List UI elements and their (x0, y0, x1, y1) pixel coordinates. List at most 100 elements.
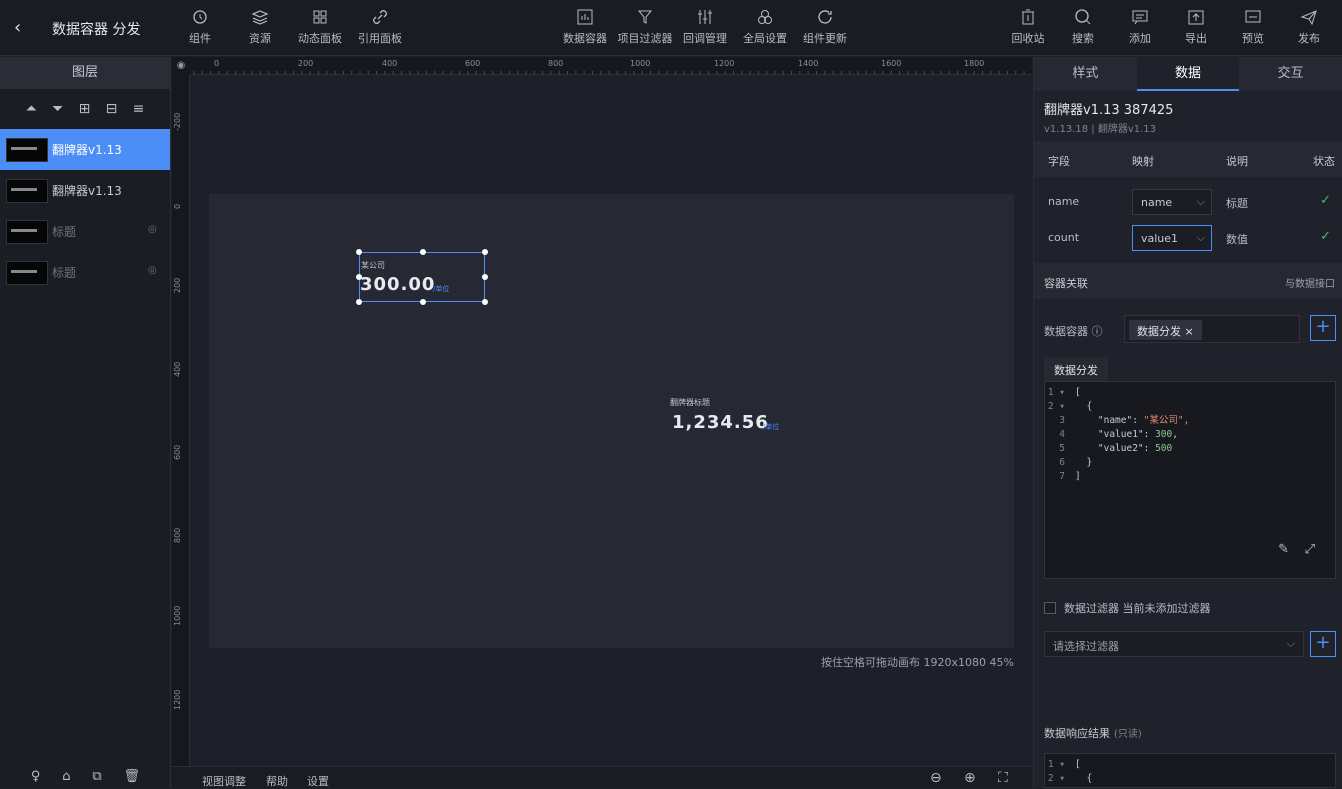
add-filter-button[interactable]: + (1310, 631, 1336, 657)
toolbar-component-button[interactable]: 组件 (170, 8, 230, 46)
search-icon (1074, 8, 1092, 26)
eye-hidden-icon[interactable]: ◎ (148, 224, 162, 238)
layer-thumbnail (6, 178, 48, 203)
toolbar-callback-button[interactable]: 回调管理 (675, 8, 735, 46)
line-text: "value1": 300, (1075, 429, 1178, 440)
layer-item[interactable]: 标题 ◎ (0, 211, 170, 252)
expand-icon[interactable]: ⤢ (1305, 542, 1315, 557)
data-interface-link[interactable]: 与数据接口 (1285, 275, 1335, 290)
lock-icon[interactable]: ⌂ (62, 769, 70, 784)
container-tag[interactable]: 数据分发 × (1129, 320, 1202, 340)
screen-artboard[interactable] (209, 194, 1014, 648)
code-line: 1 ▾ [ (1045, 758, 1092, 772)
edit-icon[interactable]: ✎ (1278, 542, 1289, 557)
toolbar-recycle-button[interactable]: 回收站 (998, 8, 1058, 46)
code-lines: 1 ▾[2 ▾ {3 "name": "某公司", 4 "value1": 300… (1045, 386, 1189, 484)
container-select[interactable]: 数据分发 × (1124, 315, 1300, 343)
fit-icon[interactable]: ⛶ (998, 770, 1008, 786)
layers-title: 图层 (0, 57, 170, 89)
align-top-icon[interactable]: ⏶ (26, 101, 37, 117)
tab-data[interactable]: 数据 (1136, 57, 1240, 91)
toolbar-export-button[interactable]: 导出 (1166, 8, 1226, 46)
toolbar-dynamic-panel-button[interactable]: 动态面板 (290, 8, 350, 46)
toolbar-ref-panel-button[interactable]: 引用面板 (350, 8, 410, 46)
tab-interaction[interactable]: 交互 (1239, 57, 1342, 91)
toolbar-add-button[interactable]: 添加 (1110, 8, 1170, 46)
resize-handle[interactable] (482, 299, 488, 305)
code-line: 6 } (1045, 456, 1189, 470)
layer-name: 标题 (52, 225, 77, 239)
align-vertical-icon[interactable]: ⊞ (79, 101, 91, 117)
canvas-area[interactable]: ◉ 0 200 400 600 800 1000 1200 1400 1600 … (172, 57, 1032, 766)
widget-label: 某公司 (361, 261, 385, 270)
line-number: 2 ▾ (1047, 773, 1065, 784)
resize-handle[interactable] (420, 299, 426, 305)
component-name: 翻牌器v1.13 387425 (1044, 103, 1174, 118)
response-title: 数据响应结果 (只读) (1044, 727, 1142, 740)
chevron-down-icon: ⌵ (1196, 195, 1205, 208)
export-icon (1187, 8, 1205, 26)
check-icon: ✓ (1320, 193, 1331, 208)
toolbar-filter-button[interactable]: 项目过滤器 (615, 8, 675, 46)
canvas-bottom-bar: 视图调整 帮助 设置 ⊖ ⊕ ⛶ (172, 766, 1032, 788)
sliders-icon (696, 8, 714, 26)
mapping-select[interactable]: value1 ⌵ (1132, 225, 1212, 251)
toolbar-data-container-button[interactable]: 数据容器 (555, 8, 615, 46)
tab-style[interactable]: 样式 (1034, 57, 1137, 91)
mapping-select[interactable]: name ⌵ (1132, 189, 1212, 215)
widget-unit: /单位 (433, 285, 450, 293)
resize-handle[interactable] (356, 299, 362, 305)
line-number: 7 (1059, 471, 1065, 482)
layers-icon (251, 8, 269, 26)
widget-2[interactable]: 翻牌器标题 1,234.56 /单位 (669, 395, 799, 435)
line-number: 6 (1059, 457, 1065, 468)
toolbar-publish-button[interactable]: 发布 (1279, 8, 1339, 46)
layers-footer: ♀ ⌂ ⧉ 🗑 (0, 764, 171, 788)
selected-widget[interactable]: 某公司 300.00 /单位 (356, 249, 488, 305)
top-toolbar: ‹ 数据容器 分发 组件 资源 动态面板 引用面板 数据容器 项目过滤器 回调管… (0, 0, 1342, 56)
eye-hidden-icon[interactable]: ◎ (148, 265, 162, 279)
chevron-down-icon: ⌵ (1286, 637, 1295, 650)
toolbar-preview-button[interactable]: 预览 (1223, 8, 1283, 46)
resize-handle[interactable] (482, 274, 488, 280)
help-button[interactable]: 帮助 (266, 773, 288, 789)
json-editor[interactable]: 1 ▾[2 ▾ {3 "name": "某公司", 4 "value1": 300… (1044, 381, 1336, 579)
eye-icon[interactable]: ◉ (172, 57, 190, 75)
copy-icon[interactable]: ⧉ (92, 769, 101, 784)
field-row: count value1 ⌵ 数值 ✓ (1034, 221, 1342, 255)
filter-select[interactable]: 请选择过滤器 ⌵ (1044, 631, 1304, 657)
layer-item[interactable]: 标题 ◎ (0, 252, 170, 293)
line-number: 5 (1059, 443, 1065, 454)
zoom-out-icon[interactable]: ⊖ (930, 770, 942, 786)
line-number: 2 ▾ (1047, 401, 1065, 412)
settings-button[interactable]: 设置 (307, 773, 329, 789)
toolbar-global-settings-button[interactable]: 全局设置 (735, 8, 795, 46)
view-adjust-button[interactable]: 视图调整 (202, 773, 246, 789)
refresh-icon (816, 8, 834, 26)
back-icon[interactable]: ‹ (14, 18, 30, 38)
horizontal-ruler: 0 200 400 600 800 1000 1200 1400 1600 18… (190, 57, 1032, 75)
align-horizontal-icon[interactable]: ⊟ (106, 101, 118, 117)
line-text: { (1075, 401, 1093, 412)
lightbulb-icon[interactable]: ♀ (31, 769, 41, 784)
component-icon (191, 8, 209, 26)
zoom-in-icon[interactable]: ⊕ (964, 770, 976, 786)
add-container-button[interactable]: + (1310, 315, 1336, 341)
layer-item[interactable]: 翻牌器v1.13 (0, 129, 170, 170)
toolbar-component-update-button[interactable]: 组件更新 (795, 8, 855, 46)
resize-handle[interactable] (356, 249, 362, 255)
data-filter-toggle[interactable]: 数据过滤器 当前未添加过滤器 (1044, 600, 1211, 616)
filter-checkbox[interactable] (1044, 602, 1056, 614)
toolbar-search-button[interactable]: 搜索 (1053, 8, 1113, 46)
delete-icon[interactable]: 🗑 (124, 769, 141, 784)
layer-item[interactable]: 翻牌器v1.13 (0, 170, 170, 211)
toolbar-resource-button[interactable]: 资源 (230, 8, 290, 46)
layer-thumbnail (6, 137, 48, 162)
code-tab[interactable]: 数据分发 (1044, 357, 1108, 381)
align-middle-icon[interactable]: ⏷ (52, 101, 63, 117)
field-name: name (1048, 195, 1080, 208)
align-left-icon[interactable]: ≡ (133, 101, 145, 117)
resize-handle[interactable] (420, 249, 426, 255)
resize-handle[interactable] (482, 249, 488, 255)
field-row: name name ⌵ 标题 ✓ (1034, 185, 1342, 219)
